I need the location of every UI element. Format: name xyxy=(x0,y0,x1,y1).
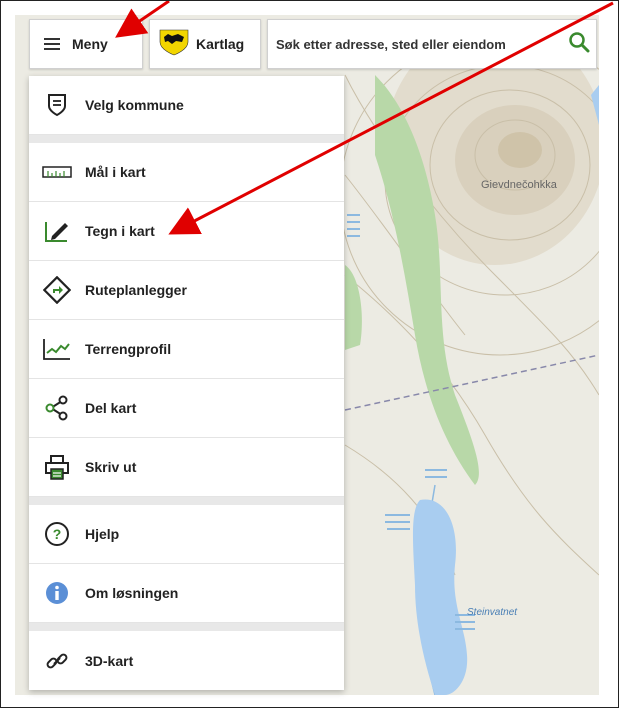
menu-button-label: Meny xyxy=(72,36,108,52)
menu-item-terrengprofil[interactable]: Terrengprofil xyxy=(29,320,344,379)
menu-separator xyxy=(29,497,344,505)
help-icon: ? xyxy=(41,518,73,550)
menu-item-label: Hjelp xyxy=(85,526,120,542)
menu-item-3d-kart[interactable]: 3D-kart xyxy=(29,631,344,690)
menu-item-mal-i-kart[interactable]: Mål i kart xyxy=(29,143,344,202)
search-box[interactable]: Søk etter adresse, sted eller eiendom xyxy=(267,19,597,69)
menu-item-tegn-i-kart[interactable]: Tegn i kart xyxy=(29,202,344,261)
ruler-icon xyxy=(41,156,73,188)
layers-button[interactable]: Kartlag xyxy=(149,19,261,69)
search-input[interactable]: Søk etter adresse, sted eller eiendom xyxy=(276,37,506,52)
menu-item-label: Ruteplanlegger xyxy=(85,282,187,298)
printer-icon xyxy=(41,451,73,483)
menu-item-label: Terrengprofil xyxy=(85,341,172,357)
menu-item-om-losningen[interactable]: Om løsningen xyxy=(29,564,344,623)
menu-item-label: Om løsningen xyxy=(85,585,179,601)
hamburger-icon xyxy=(44,35,60,53)
pencil-draw-icon xyxy=(41,215,73,247)
menu-item-skriv-ut[interactable]: Skriv ut xyxy=(29,438,344,497)
menu-item-ruteplanlegger[interactable]: Ruteplanlegger xyxy=(29,261,344,320)
coat-of-arms-icon xyxy=(158,28,190,61)
menu-item-label: Del kart xyxy=(85,400,137,416)
menu-item-label: Velg kommune xyxy=(85,97,184,113)
lake-name-label: Steinvatnet xyxy=(467,607,518,618)
menu-separator xyxy=(29,135,344,143)
place-name-label: Gievdnečohkka xyxy=(481,179,557,191)
shield-icon xyxy=(41,89,73,121)
menu-button[interactable]: Meny xyxy=(29,19,143,69)
link-icon xyxy=(41,645,73,677)
menu-item-label: 3D-kart xyxy=(85,652,134,669)
menu-item-hjelp[interactable]: ? Hjelp xyxy=(29,505,344,564)
menu-item-label: Mål i kart xyxy=(85,164,146,180)
screenshot-frame: Gievdnečohkka Steinvatnet Meny Kartlag S… xyxy=(0,0,619,708)
layers-button-label: Kartlag xyxy=(196,36,245,52)
menu-item-label: Skriv ut xyxy=(85,459,137,475)
share-icon xyxy=(41,392,73,424)
search-icon[interactable] xyxy=(568,31,590,58)
main-menu-panel: Velg kommune Mål i kart Tegn i kart Rute… xyxy=(29,76,344,690)
top-toolbar: Meny Kartlag Søk etter adresse, sted ell… xyxy=(29,19,597,69)
menu-item-label: Tegn i kart xyxy=(85,223,155,239)
menu-item-del-kart[interactable]: Del kart xyxy=(29,379,344,438)
svg-text:?: ? xyxy=(53,526,62,542)
route-sign-icon xyxy=(41,274,73,306)
menu-separator xyxy=(29,623,344,631)
info-icon xyxy=(41,577,73,609)
menu-item-velg-kommune[interactable]: Velg kommune xyxy=(29,76,344,135)
terrain-profile-icon xyxy=(41,333,73,365)
